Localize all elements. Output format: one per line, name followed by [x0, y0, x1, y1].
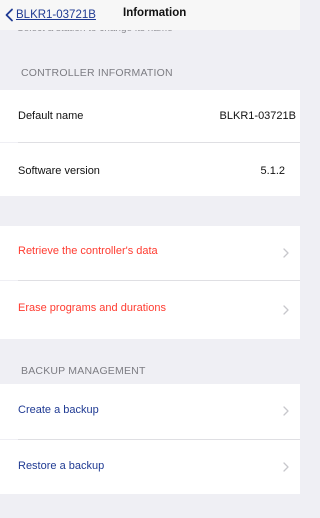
chevron-right-icon [283, 305, 289, 315]
retrieve-controller-data-button[interactable]: Retrieve the controller's data [0, 226, 300, 280]
section-header-label: CONTROLLER INFORMATION [21, 67, 173, 79]
back-button-label: BLKR1-03721B [16, 9, 96, 21]
row-label: Retrieve the controller's data [18, 245, 158, 257]
row-label: Erase programs and durations [18, 302, 166, 314]
row-software-version: Software version 5.1.2 [0, 143, 300, 196]
page-title: Information [123, 7, 187, 19]
erase-programs-button[interactable]: Erase programs and durations [0, 281, 300, 339]
chevron-left-icon [5, 8, 13, 22]
row-value: BLKR1-03721B [219, 110, 296, 122]
section-header-controller-info: CONTROLLER INFORMATION [0, 54, 300, 90]
row-label: Software version [18, 165, 100, 177]
chevron-right-icon [283, 462, 289, 472]
section-header-label: BACKUP MANAGEMENT [21, 365, 146, 377]
chevron-right-icon [283, 248, 289, 258]
row-default-name: Default name BLKR1-03721B [0, 90, 300, 142]
section-header-backup-management: BACKUP MANAGEMENT [0, 355, 300, 384]
row-value: 5.1.2 [260, 165, 285, 177]
back-button[interactable]: BLKR1-03721B [4, 5, 96, 25]
restore-backup-button[interactable]: Restore a backup [0, 440, 300, 494]
row-label: Default name [18, 110, 84, 122]
navigation-bar: BLKR1-03721B Information [0, 0, 300, 30]
create-backup-button[interactable]: Create a backup [0, 384, 300, 439]
row-label: Restore a backup [18, 460, 105, 472]
chevron-right-icon [283, 406, 289, 416]
row-label: Create a backup [18, 404, 99, 416]
